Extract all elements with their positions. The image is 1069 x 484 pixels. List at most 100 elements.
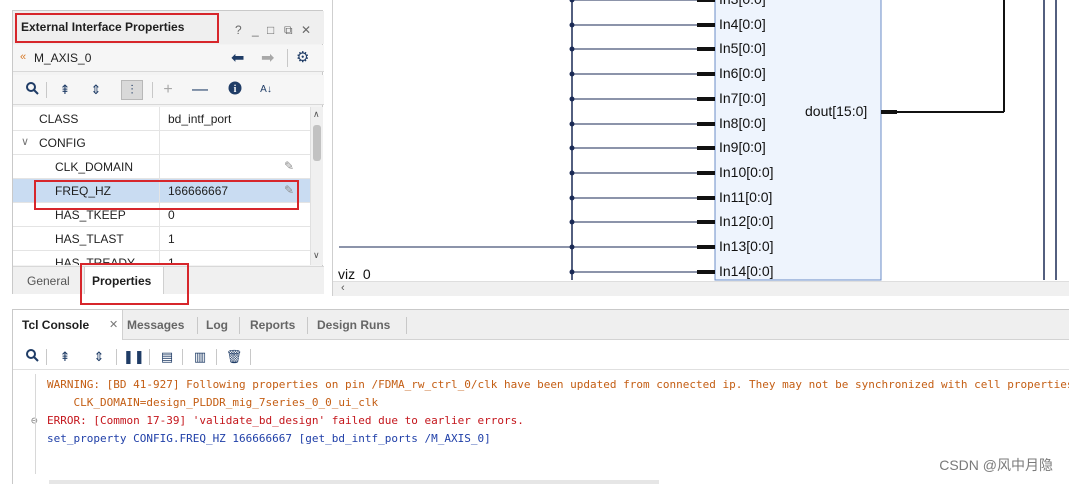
input-pin-label[interactable]: In5[0:0] bbox=[719, 40, 766, 56]
sort-icon[interactable]: A↓ bbox=[257, 81, 275, 99]
expand-all-icon[interactable]: ⇕ bbox=[90, 348, 108, 366]
table-row[interactable]: CLASS bd_intf_port bbox=[13, 107, 310, 131]
tab-messages[interactable]: Messages bbox=[127, 318, 184, 332]
vertical-scrollbar[interactable]: ∧ ∨ bbox=[310, 107, 323, 265]
pause-icon[interactable]: ❚❚ bbox=[123, 348, 145, 366]
info-icon[interactable]: i bbox=[226, 81, 244, 99]
separator bbox=[182, 349, 183, 365]
input-pin-label[interactable]: In12[0:0] bbox=[719, 213, 774, 229]
back-arrow-icon[interactable]: ⬅ bbox=[231, 48, 244, 68]
junction-dot bbox=[569, 96, 575, 102]
help-button[interactable]: ? bbox=[235, 23, 242, 37]
separator bbox=[149, 349, 150, 365]
trash-icon[interactable]: 🗑 bbox=[225, 348, 243, 366]
junction-dot bbox=[569, 170, 575, 176]
maximize-button[interactable]: □ bbox=[267, 23, 274, 37]
property-name: HAS_TLAST bbox=[55, 232, 124, 246]
input-pin-label[interactable]: In8[0:0] bbox=[719, 115, 766, 131]
log-line-error: ERROR: [Common 17-39] 'validate_bd_desig… bbox=[47, 414, 524, 427]
table-view-icon[interactable]: ▥ bbox=[191, 348, 209, 366]
junction-dot bbox=[569, 121, 575, 127]
junction-dot bbox=[569, 0, 575, 3]
add-icon[interactable]: + bbox=[159, 81, 177, 99]
input-pin-label[interactable]: In6[0:0] bbox=[719, 65, 766, 81]
separator bbox=[46, 82, 47, 98]
edit-pencil-icon[interactable]: ✎ bbox=[284, 159, 294, 173]
tab-reports[interactable]: Reports bbox=[250, 318, 295, 332]
object-row: « M_AXIS_0 ⬅ ➡ ⚙ bbox=[13, 45, 324, 72]
property-value: 0 bbox=[168, 208, 175, 222]
input-pin-label[interactable]: In4[0:0] bbox=[719, 16, 766, 32]
cell-label[interactable]: viz_0 bbox=[338, 266, 371, 282]
properties-toolbar: ⇞ ⇕ ⫶ + — i A↓ bbox=[13, 75, 324, 105]
minimize-button[interactable]: _ bbox=[252, 23, 259, 37]
log-line-warning-detail: CLK_DOMAIN=design_PLDDR_mig_7series_0_0_… bbox=[47, 396, 379, 409]
table-row[interactable]: HAS_TLAST 1 bbox=[13, 227, 310, 251]
separator bbox=[239, 317, 240, 334]
remove-icon[interactable]: — bbox=[191, 81, 209, 99]
forward-arrow-icon[interactable]: ➡ bbox=[261, 48, 274, 68]
column-divider bbox=[159, 155, 160, 179]
separator bbox=[216, 349, 217, 365]
diagram-wires bbox=[339, 0, 1057, 281]
gear-icon[interactable]: ⚙ bbox=[296, 48, 309, 66]
group-by-category-icon[interactable]: ⫶ bbox=[121, 80, 143, 100]
expand-all-icon[interactable]: ⇕ bbox=[87, 81, 105, 99]
input-pin-label[interactable]: In9[0:0] bbox=[719, 139, 766, 155]
horizontal-scrollbar[interactable]: ‹ bbox=[333, 281, 1069, 296]
interface-icon: « bbox=[20, 51, 27, 63]
console-log[interactable]: WARNING: [BD 41-927] Following propertie… bbox=[13, 374, 1069, 474]
junction-dot bbox=[569, 22, 575, 28]
junction-dot bbox=[569, 244, 575, 250]
junction-dot bbox=[569, 71, 575, 77]
block-diagram-canvas[interactable]: In3[0:0] In4[0:0] In5[0:0] In6[0:0] In7[0:0]… bbox=[332, 0, 1069, 296]
input-pin-label[interactable]: In11[0:0] bbox=[719, 189, 772, 205]
junction-dot bbox=[569, 46, 575, 52]
separator bbox=[46, 349, 47, 365]
property-name: CLASS bbox=[39, 112, 79, 126]
separator bbox=[152, 82, 153, 98]
highlight-box-freq bbox=[34, 180, 299, 210]
scrollbar-thumb[interactable] bbox=[313, 125, 321, 161]
collapse-all-icon[interactable]: ⇞ bbox=[56, 81, 74, 99]
property-name: HAS_TKEEP bbox=[55, 208, 126, 222]
junction-dot bbox=[569, 195, 575, 201]
search-icon[interactable] bbox=[23, 81, 41, 99]
tab-design-runs[interactable]: Design Runs bbox=[317, 318, 390, 332]
input-pin-label[interactable]: In3[0:0] bbox=[719, 0, 766, 7]
scroll-up-icon[interactable]: ∧ bbox=[313, 109, 320, 120]
column-divider bbox=[159, 131, 160, 155]
separator bbox=[307, 317, 308, 334]
scroll-down-icon[interactable]: ∨ bbox=[313, 250, 320, 261]
collapse-all-icon[interactable]: ⇞ bbox=[56, 348, 74, 366]
separator bbox=[250, 349, 251, 365]
property-value: bd_intf_port bbox=[168, 112, 232, 126]
tab-log[interactable]: Log bbox=[206, 318, 228, 332]
table-row[interactable]: ∨ CONFIG bbox=[13, 131, 310, 155]
tcl-console-panel: Tcl Console ✕ Messages Log Reports Desig… bbox=[12, 309, 1069, 484]
properties-panel: External Interface Properties ? _ □ ⧉ ✕ … bbox=[12, 10, 324, 305]
input-pin-label[interactable]: In14[0:0] bbox=[719, 263, 774, 279]
console-scrollbar[interactable] bbox=[49, 480, 659, 484]
input-pin-label[interactable]: In13[0:0] bbox=[719, 238, 774, 254]
copy-icon[interactable]: ▤ bbox=[158, 348, 176, 366]
junction-dot bbox=[569, 269, 575, 275]
column-divider bbox=[159, 227, 160, 251]
output-pin-label[interactable]: dout[15:0] bbox=[805, 103, 867, 119]
float-button[interactable]: ⧉ bbox=[284, 23, 293, 38]
input-pin-label[interactable]: In10[0:0] bbox=[719, 164, 774, 180]
tab-general[interactable]: General bbox=[27, 274, 70, 288]
column-divider bbox=[159, 107, 160, 131]
close-button[interactable]: ✕ bbox=[301, 23, 311, 37]
input-pin-label[interactable]: In7[0:0] bbox=[719, 90, 766, 106]
scroll-left-icon[interactable]: ‹ bbox=[341, 282, 345, 294]
table-row[interactable]: CLK_DOMAIN ✎ bbox=[13, 155, 310, 179]
chevron-down-icon[interactable]: ∨ bbox=[21, 135, 29, 148]
junction-dot bbox=[569, 219, 575, 225]
junction-dot bbox=[569, 145, 575, 151]
close-icon[interactable]: ✕ bbox=[109, 318, 118, 331]
console-tab-bar: Tcl Console ✕ Messages Log Reports Desig… bbox=[13, 310, 1069, 340]
object-name: M_AXIS_0 bbox=[34, 51, 92, 65]
tab-tcl-console[interactable]: Tcl Console bbox=[22, 318, 89, 332]
search-icon[interactable] bbox=[23, 348, 41, 366]
